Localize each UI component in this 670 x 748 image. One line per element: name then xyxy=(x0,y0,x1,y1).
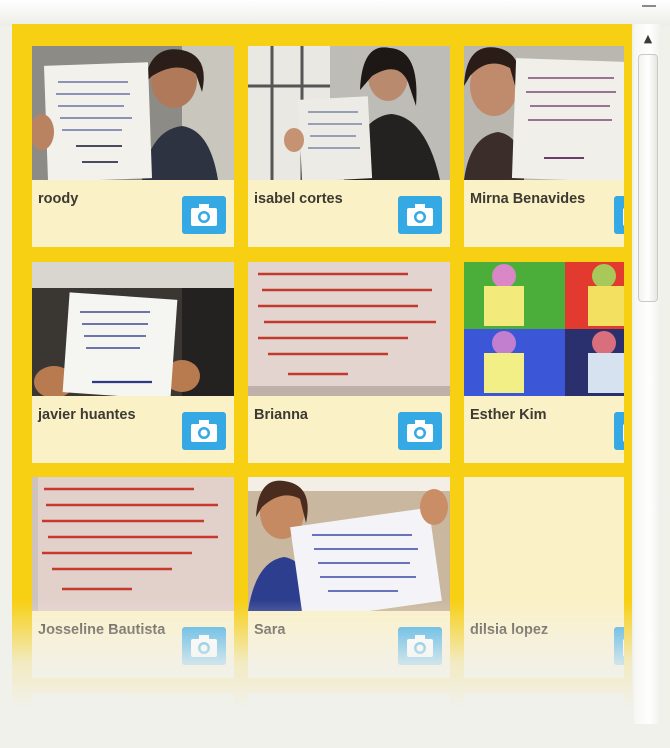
camera-icon[interactable] xyxy=(614,412,624,450)
camera-icon[interactable] xyxy=(182,627,226,665)
scroll-up-arrow-icon[interactable]: ▲ xyxy=(634,26,662,52)
photo-board: roody isabel cortes Mirna Benavides javi… xyxy=(12,24,632,724)
profile-name[interactable]: javier huantes xyxy=(38,405,178,425)
profile-photo[interactable] xyxy=(32,262,234,396)
profile-card[interactable]: Esther Kim xyxy=(464,262,624,463)
profile-card[interactable]: Mirna Benavides xyxy=(464,46,624,247)
profile-name[interactable]: isabel cortes xyxy=(254,189,394,209)
partial-card xyxy=(464,694,624,748)
camera-icon[interactable] xyxy=(182,196,226,234)
camera-icon[interactable] xyxy=(614,627,624,665)
profile-name[interactable]: roody xyxy=(38,189,178,209)
profile-photo[interactable] xyxy=(464,46,624,180)
minimize-icon[interactable] xyxy=(642,1,656,7)
camera-icon[interactable] xyxy=(398,196,442,234)
profile-card[interactable]: Brianna xyxy=(248,262,450,463)
partial-card xyxy=(32,694,234,748)
camera-icon[interactable] xyxy=(398,627,442,665)
profile-photo[interactable] xyxy=(248,46,450,180)
vertical-scrollbar[interactable]: ▲ xyxy=(634,24,662,724)
profile-card[interactable]: Josseline Bautista xyxy=(32,477,234,678)
profile-card[interactable]: roody xyxy=(32,46,234,247)
profile-card[interactable]: dilsia lopez xyxy=(464,477,624,678)
window-top-bar xyxy=(0,0,670,26)
profile-photo-empty[interactable] xyxy=(464,477,624,611)
profile-card[interactable]: isabel cortes xyxy=(248,46,450,247)
camera-icon[interactable] xyxy=(182,412,226,450)
partial-card xyxy=(248,694,450,748)
profile-card[interactable]: Sara xyxy=(248,477,450,678)
profile-name[interactable]: Brianna xyxy=(254,405,394,425)
camera-icon[interactable] xyxy=(398,412,442,450)
profile-name[interactable]: Josseline Bautista xyxy=(38,620,178,640)
camera-icon[interactable] xyxy=(614,196,624,234)
profile-photo[interactable] xyxy=(32,46,234,180)
scrollbar-thumb[interactable] xyxy=(638,54,658,302)
profile-name[interactable]: Esther Kim xyxy=(470,405,610,425)
profile-name[interactable]: Sara xyxy=(254,620,394,640)
profile-photo[interactable] xyxy=(32,477,234,611)
profile-photo[interactable] xyxy=(248,477,450,611)
profile-photo[interactable] xyxy=(248,262,450,396)
profile-name[interactable]: Mirna Benavides xyxy=(470,189,610,209)
profile-name[interactable]: dilsia lopez xyxy=(470,620,610,640)
profile-card[interactable]: javier huantes xyxy=(32,262,234,463)
profile-photo[interactable] xyxy=(464,262,624,396)
